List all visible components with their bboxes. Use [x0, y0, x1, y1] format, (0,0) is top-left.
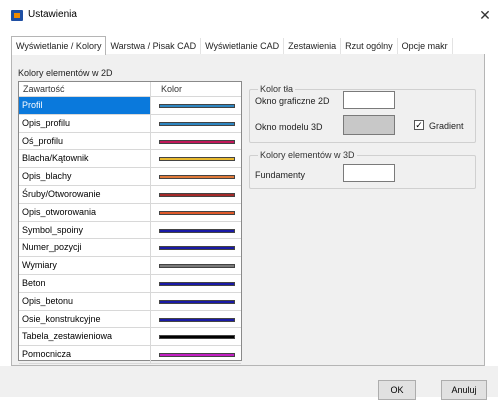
tab-strip: Wyświetlanie / Kolory Warstwa / Pisak CA… [11, 36, 453, 55]
foundations-label: Fundamenty [255, 170, 306, 180]
list-item-name: Pomocnicza [19, 346, 151, 363]
list-item-color[interactable] [151, 293, 241, 310]
cancel-button[interactable]: Anuluj [441, 380, 487, 400]
color-swatch [159, 175, 235, 180]
list-item-color[interactable] [151, 115, 241, 132]
list-item-color[interactable] [151, 222, 241, 239]
elements-2d-list[interactable]: Zawartość Kolor Profil Opis_profilu Oś_pro… [18, 81, 242, 364]
elements-3d-group-title: Kolory elementów w 3D [258, 150, 357, 160]
window-3d-color-box[interactable] [343, 115, 395, 135]
tab-macro-options[interactable]: Opcje makr [398, 38, 453, 54]
gradient-label: Gradient [429, 121, 464, 131]
color-swatch [159, 104, 235, 108]
color-swatch [159, 246, 235, 251]
color-swatch [159, 335, 235, 340]
color-swatch [159, 264, 235, 269]
list-item-color[interactable] [151, 168, 241, 185]
tab-listings[interactable]: Zestawienia [284, 38, 342, 54]
list-item[interactable]: Blacha/Kątownik [19, 150, 241, 169]
list-item-color[interactable] [151, 257, 241, 274]
app-icon [11, 10, 23, 21]
list-item-name: Opis_blachy [19, 168, 151, 185]
list-item-name: Wymiary [19, 257, 151, 274]
list-item[interactable]: Pomocnicza [19, 346, 241, 364]
window-title: Ustawienia [28, 9, 77, 20]
color-swatch [159, 139, 235, 144]
list-item-name: Profil [19, 97, 151, 114]
color-swatch [159, 299, 235, 304]
color-swatch [159, 210, 235, 215]
list-item-name: Beton [19, 274, 151, 292]
close-button[interactable]: ✕ [476, 6, 494, 24]
list-item-name: Opis_betonu [19, 292, 151, 310]
list-header: Zawartość Kolor [19, 82, 241, 97]
list-item[interactable]: Profil [19, 97, 241, 115]
list-item[interactable]: Opis_betonu [19, 292, 241, 311]
column-header-color[interactable]: Kolor [151, 82, 182, 96]
list-item-name: Tabela_zestawieniowa [19, 328, 151, 346]
color-swatch [159, 317, 235, 322]
list-item-color[interactable] [151, 346, 241, 363]
column-header-content[interactable]: Zawartość [19, 82, 151, 96]
list-item[interactable]: Tabela_zestawieniowa [19, 328, 241, 347]
list-item[interactable]: Opis_blachy [19, 168, 241, 186]
list-item-color[interactable] [151, 186, 241, 203]
color-swatch [159, 157, 235, 162]
ok-button[interactable]: OK [378, 380, 416, 400]
list-item[interactable]: Symbol_spoiny [19, 221, 241, 240]
list-item-name: Symbol_spoiny [19, 221, 151, 239]
color-swatch [159, 353, 235, 358]
list-item-name: Opis_otworowania [19, 203, 151, 221]
list-item-color[interactable] [151, 275, 241, 292]
list-item[interactable]: Oś_profilu [19, 132, 241, 151]
color-swatch [159, 121, 235, 126]
list-item-name: Opis_profilu [19, 114, 151, 132]
list-item-color[interactable] [151, 328, 241, 345]
elements-2d-caption: Kolory elementów w 2D [18, 68, 113, 78]
list-item-name: Blacha/Kątownik [19, 150, 151, 168]
list-item[interactable]: Opis_profilu [19, 114, 241, 133]
tab-display-cad[interactable]: Wyświetlanie CAD [201, 38, 285, 54]
list-item-color[interactable] [151, 133, 241, 150]
window-3d-label: Okno modelu 3D [255, 122, 323, 132]
color-swatch [159, 281, 235, 286]
color-swatch [159, 192, 235, 197]
list-item-name: Oś_profilu [19, 132, 151, 150]
list-item[interactable]: Wymiary [19, 257, 241, 275]
list-item-color[interactable] [151, 97, 241, 114]
list-item-name: Numer_pozycji [19, 239, 151, 257]
tab-layer-pen-cad[interactable]: Warstwa / Pisak CAD [106, 38, 202, 54]
close-icon: ✕ [479, 7, 491, 23]
list-item-name: Śruby/Otworowanie [19, 185, 151, 203]
dialog-footer: OK Anuluj [0, 366, 498, 400]
window-2d-label: Okno graficzne 2D [255, 96, 330, 106]
gradient-checkbox[interactable]: ✓ [414, 120, 424, 130]
list-item[interactable]: Opis_otworowania [19, 203, 241, 222]
color-swatch [159, 228, 235, 233]
list-item-name: Osie_konstrukcyjne [19, 310, 151, 328]
window-2d-color-box[interactable] [343, 91, 395, 109]
title-bar: Ustawienia ✕ [0, 0, 498, 30]
list-item[interactable]: Śruby/Otworowanie [19, 185, 241, 204]
tab-general-view[interactable]: Rzut ogólny [341, 38, 398, 54]
list-item-color[interactable] [151, 204, 241, 221]
list-item[interactable]: Osie_konstrukcyjne [19, 310, 241, 329]
list-item-color[interactable] [151, 150, 241, 167]
list-item[interactable]: Beton [19, 274, 241, 293]
foundations-color-box[interactable] [343, 164, 395, 182]
list-item-color[interactable] [151, 311, 241, 328]
list-item[interactable]: Numer_pozycji [19, 239, 241, 258]
background-color-group-title: Kolor tła [258, 84, 296, 94]
tab-display-colors[interactable]: Wyświetlanie / Kolory [11, 36, 107, 55]
list-item-color[interactable] [151, 239, 241, 256]
